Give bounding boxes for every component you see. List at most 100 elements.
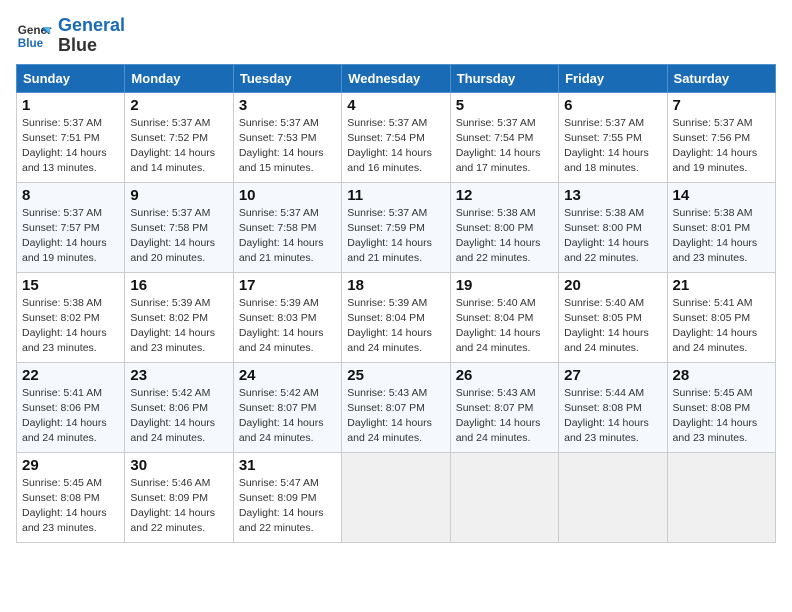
page-header: General Blue GeneralBlue (16, 16, 776, 56)
calendar-cell (342, 452, 450, 542)
calendar-cell: 28 Sunrise: 5:45 AMSunset: 8:08 PMDayligh… (667, 362, 775, 452)
calendar-cell: 31 Sunrise: 5:47 AMSunset: 8:09 PMDayligh… (233, 452, 341, 542)
day-info: Sunrise: 5:44 AMSunset: 8:08 PMDaylight:… (564, 386, 661, 447)
calendar-cell: 26 Sunrise: 5:43 AMSunset: 8:07 PMDayligh… (450, 362, 558, 452)
header-row: SundayMondayTuesdayWednesdayThursdayFrid… (17, 64, 776, 92)
day-info: Sunrise: 5:37 AMSunset: 7:56 PMDaylight:… (673, 116, 770, 177)
day-number: 15 (22, 277, 119, 294)
day-number: 23 (130, 367, 227, 384)
day-number: 31 (239, 457, 336, 474)
day-number: 6 (564, 97, 661, 114)
day-info: Sunrise: 5:37 AMSunset: 7:58 PMDaylight:… (239, 206, 336, 267)
calendar-cell: 13 Sunrise: 5:38 AMSunset: 8:00 PMDayligh… (559, 182, 667, 272)
header-tuesday: Tuesday (233, 64, 341, 92)
calendar-cell: 15 Sunrise: 5:38 AMSunset: 8:02 PMDayligh… (17, 272, 125, 362)
calendar-cell: 14 Sunrise: 5:38 AMSunset: 8:01 PMDayligh… (667, 182, 775, 272)
calendar-cell: 6Sunrise: 5:37 AMSunset: 7:55 PMDaylight… (559, 92, 667, 182)
day-number: 18 (347, 277, 444, 294)
day-number: 25 (347, 367, 444, 384)
day-number: 7 (673, 97, 770, 114)
calendar-cell (667, 452, 775, 542)
day-number: 26 (456, 367, 553, 384)
calendar-cell: 21 Sunrise: 5:41 AMSunset: 8:05 PMDayligh… (667, 272, 775, 362)
day-number: 28 (673, 367, 770, 384)
header-friday: Friday (559, 64, 667, 92)
day-info: Sunrise: 5:38 AMSunset: 8:01 PMDaylight:… (673, 206, 770, 267)
day-number: 13 (564, 187, 661, 204)
day-number: 27 (564, 367, 661, 384)
day-number: 1 (22, 97, 119, 114)
day-number: 10 (239, 187, 336, 204)
calendar-cell: 27 Sunrise: 5:44 AMSunset: 8:08 PMDayligh… (559, 362, 667, 452)
day-info: Sunrise: 5:40 AMSunset: 8:04 PMDaylight:… (456, 296, 553, 357)
day-info: Sunrise: 5:37 AMSunset: 7:53 PMDaylight:… (239, 116, 336, 177)
day-info: Sunrise: 5:38 AMSunset: 8:02 PMDaylight:… (22, 296, 119, 357)
day-info: Sunrise: 5:43 AMSunset: 8:07 PMDaylight:… (347, 386, 444, 447)
calendar-cell: 10 Sunrise: 5:37 AMSunset: 7:58 PMDayligh… (233, 182, 341, 272)
calendar-cell: 1 Sunrise: 5:37 AMSunset: 7:51 PMDaylight… (17, 92, 125, 182)
day-info: Sunrise: 5:42 AMSunset: 8:06 PMDaylight:… (130, 386, 227, 447)
day-number: 29 (22, 457, 119, 474)
day-info: Sunrise: 5:40 AMSunset: 8:05 PMDaylight:… (564, 296, 661, 357)
day-number: 22 (22, 367, 119, 384)
day-number: 21 (673, 277, 770, 294)
day-info: Sunrise: 5:45 AMSunset: 8:08 PMDaylight:… (673, 386, 770, 447)
calendar-table: SundayMondayTuesdayWednesdayThursdayFrid… (16, 64, 776, 543)
day-info: Sunrise: 5:37 AMSunset: 7:59 PMDaylight:… (347, 206, 444, 267)
calendar-cell: 4Sunrise: 5:37 AMSunset: 7:54 PMDaylight… (342, 92, 450, 182)
header-thursday: Thursday (450, 64, 558, 92)
day-number: 9 (130, 187, 227, 204)
calendar-cell: 18 Sunrise: 5:39 AMSunset: 8:04 PMDayligh… (342, 272, 450, 362)
day-info: Sunrise: 5:47 AMSunset: 8:09 PMDaylight:… (239, 476, 336, 537)
day-number: 2 (130, 97, 227, 114)
calendar-cell: 30Sunrise: 5:46 AMSunset: 8:09 PMDayligh… (125, 452, 233, 542)
calendar-cell: 5Sunrise: 5:37 AMSunset: 7:54 PMDaylight… (450, 92, 558, 182)
calendar-cell: 3Sunrise: 5:37 AMSunset: 7:53 PMDaylight… (233, 92, 341, 182)
calendar-cell (559, 452, 667, 542)
day-number: 16 (130, 277, 227, 294)
calendar-cell: 25 Sunrise: 5:43 AMSunset: 8:07 PMDayligh… (342, 362, 450, 452)
calendar-cell (450, 452, 558, 542)
calendar-cell: 16 Sunrise: 5:39 AMSunset: 8:02 PMDayligh… (125, 272, 233, 362)
day-info: Sunrise: 5:37 AMSunset: 7:54 PMDaylight:… (456, 116, 553, 177)
day-info: Sunrise: 5:38 AMSunset: 8:00 PMDaylight:… (456, 206, 553, 267)
day-number: 24 (239, 367, 336, 384)
day-info: Sunrise: 5:37 AMSunset: 7:58 PMDaylight:… (130, 206, 227, 267)
calendar-cell: 23 Sunrise: 5:42 AMSunset: 8:06 PMDayligh… (125, 362, 233, 452)
day-info: Sunrise: 5:39 AMSunset: 8:04 PMDaylight:… (347, 296, 444, 357)
calendar-cell: 20Sunrise: 5:40 AMSunset: 8:05 PMDayligh… (559, 272, 667, 362)
calendar-cell: 11 Sunrise: 5:37 AMSunset: 7:59 PMDayligh… (342, 182, 450, 272)
day-info: Sunrise: 5:41 AMSunset: 8:06 PMDaylight:… (22, 386, 119, 447)
day-info: Sunrise: 5:37 AMSunset: 7:57 PMDaylight:… (22, 206, 119, 267)
calendar-cell: 29 Sunrise: 5:45 AMSunset: 8:08 PMDayligh… (17, 452, 125, 542)
day-info: Sunrise: 5:39 AMSunset: 8:02 PMDaylight:… (130, 296, 227, 357)
calendar-week-5: 29 Sunrise: 5:45 AMSunset: 8:08 PMDayligh… (17, 452, 776, 542)
header-monday: Monday (125, 64, 233, 92)
header-wednesday: Wednesday (342, 64, 450, 92)
calendar-week-3: 15 Sunrise: 5:38 AMSunset: 8:02 PMDayligh… (17, 272, 776, 362)
logo: General Blue GeneralBlue (16, 16, 125, 56)
day-number: 19 (456, 277, 553, 294)
day-info: Sunrise: 5:45 AMSunset: 8:08 PMDaylight:… (22, 476, 119, 537)
day-info: Sunrise: 5:42 AMSunset: 8:07 PMDaylight:… (239, 386, 336, 447)
header-saturday: Saturday (667, 64, 775, 92)
header-sunday: Sunday (17, 64, 125, 92)
svg-text:Blue: Blue (18, 37, 44, 50)
calendar-cell: 19 Sunrise: 5:40 AMSunset: 8:04 PMDayligh… (450, 272, 558, 362)
calendar-cell: 24 Sunrise: 5:42 AMSunset: 8:07 PMDayligh… (233, 362, 341, 452)
day-info: Sunrise: 5:37 AMSunset: 7:51 PMDaylight:… (22, 116, 119, 177)
calendar-cell: 22 Sunrise: 5:41 AMSunset: 8:06 PMDayligh… (17, 362, 125, 452)
day-number: 14 (673, 187, 770, 204)
day-info: Sunrise: 5:43 AMSunset: 8:07 PMDaylight:… (456, 386, 553, 447)
day-info: Sunrise: 5:39 AMSunset: 8:03 PMDaylight:… (239, 296, 336, 357)
calendar-week-1: 1 Sunrise: 5:37 AMSunset: 7:51 PMDaylight… (17, 92, 776, 182)
calendar-cell: 17Sunrise: 5:39 AMSunset: 8:03 PMDayligh… (233, 272, 341, 362)
calendar-cell: 8Sunrise: 5:37 AMSunset: 7:57 PMDaylight… (17, 182, 125, 272)
day-number: 11 (347, 187, 444, 204)
day-number: 30 (130, 457, 227, 474)
day-info: Sunrise: 5:37 AMSunset: 7:54 PMDaylight:… (347, 116, 444, 177)
day-info: Sunrise: 5:38 AMSunset: 8:00 PMDaylight:… (564, 206, 661, 267)
logo-text: GeneralBlue (58, 16, 125, 56)
calendar-week-4: 22 Sunrise: 5:41 AMSunset: 8:06 PMDayligh… (17, 362, 776, 452)
day-info: Sunrise: 5:41 AMSunset: 8:05 PMDaylight:… (673, 296, 770, 357)
